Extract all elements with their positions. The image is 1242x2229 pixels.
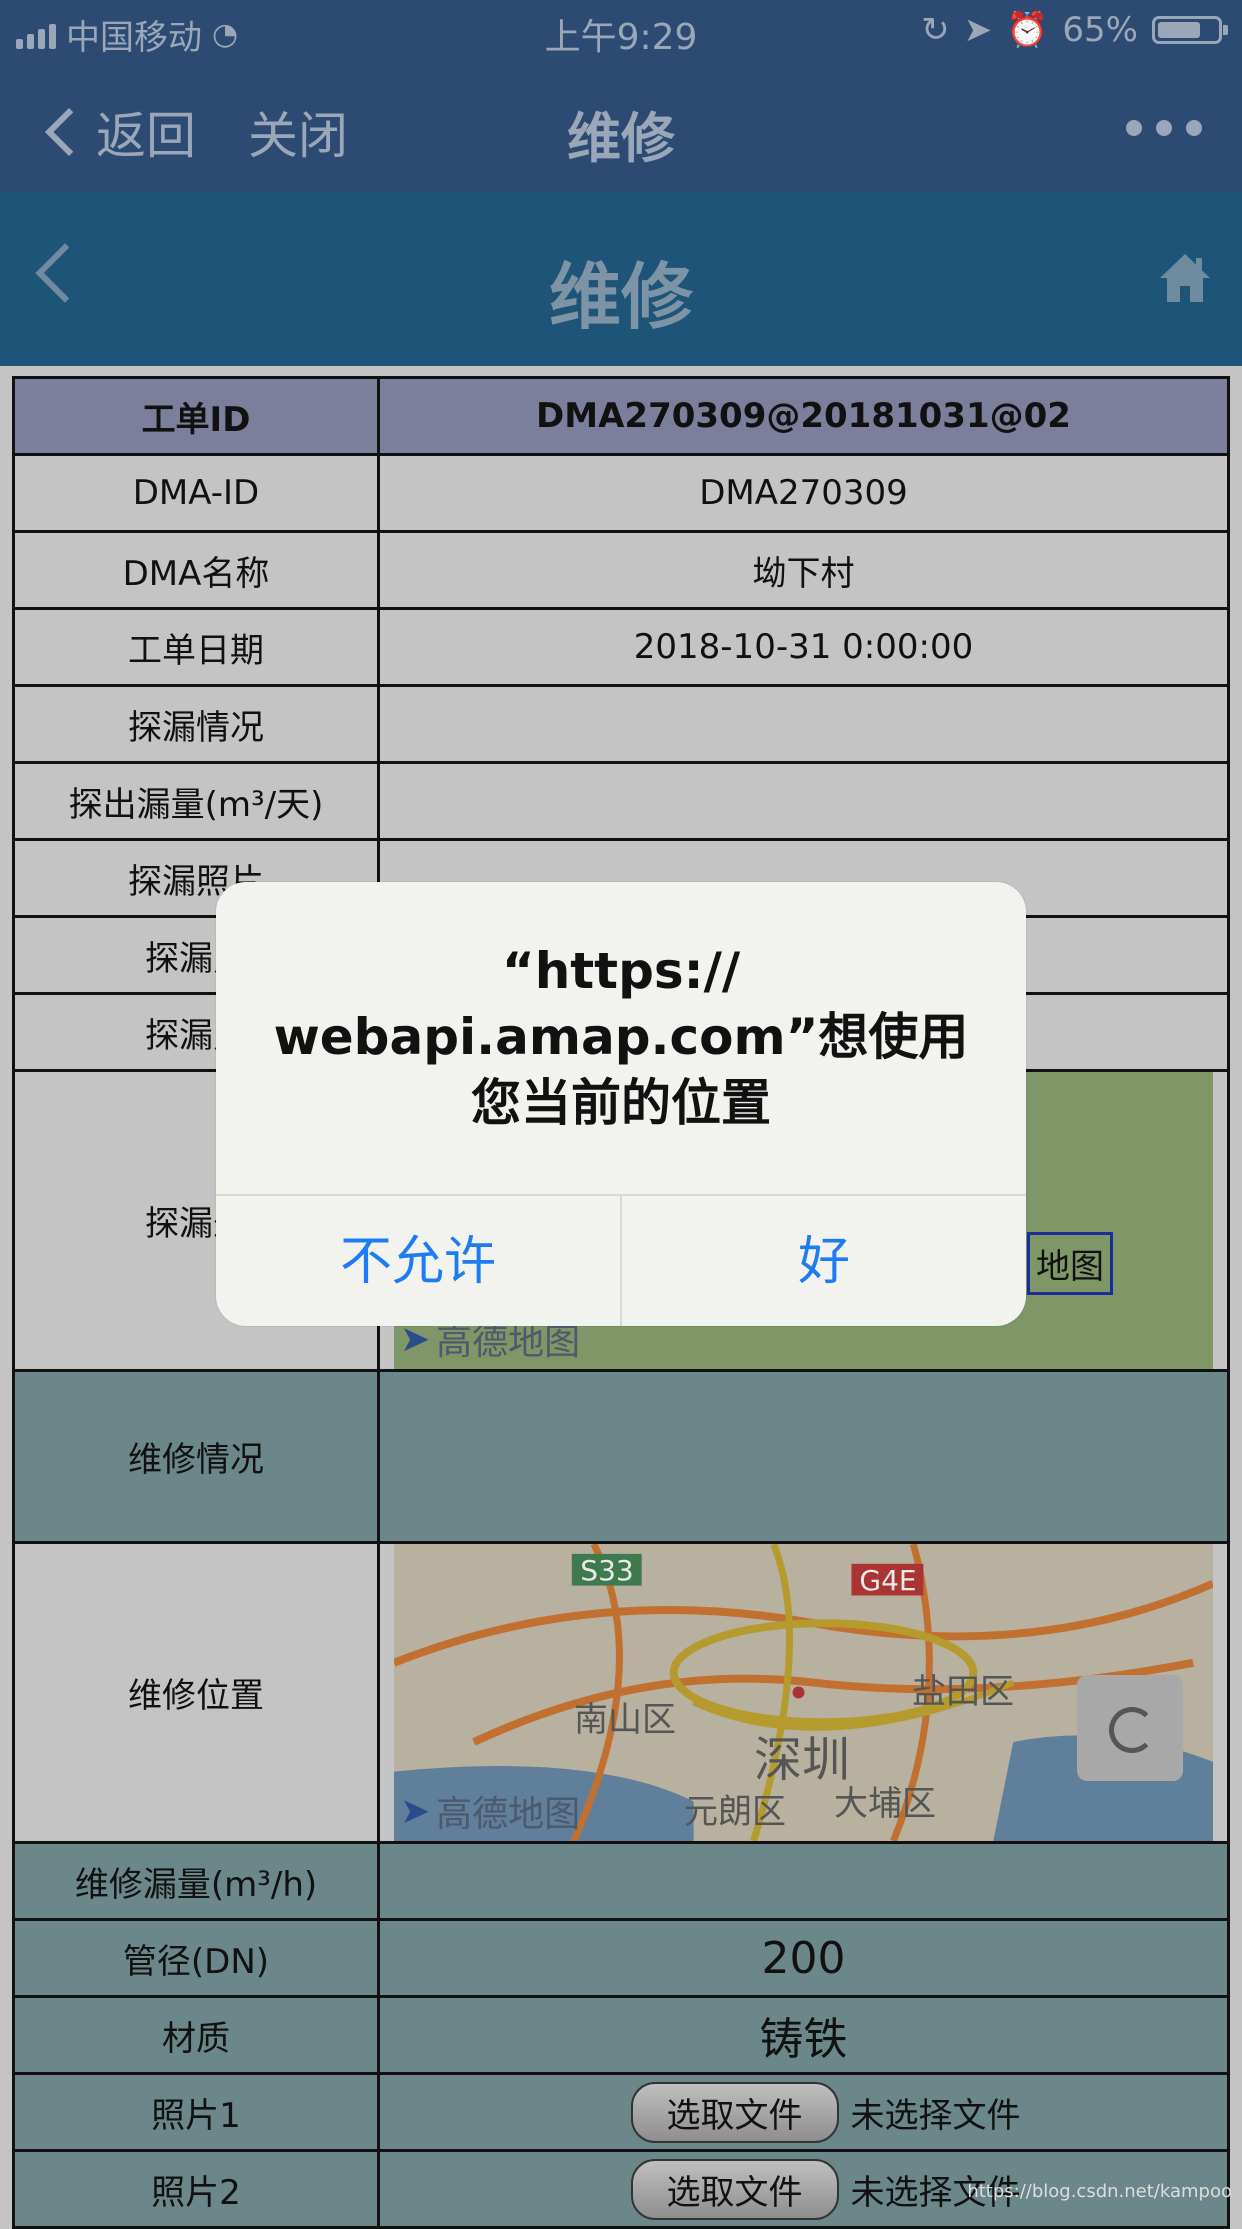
alarm-icon: ⏰ [1006,10,1049,50]
road-label-g4e: G4E [859,1564,917,1597]
repair-position-map[interactable]: S33 G4E 南山区 深圳 盐田区 元朗区 大埔区 ➤ 高德地图 [394,1545,1213,1840]
battery-icon [1152,16,1228,44]
app-header: 维修 [0,192,1242,366]
order-date-value: 2018-10-31 0:00:00 [377,607,1230,687]
amap-logo: ➤ 高德地图 [400,1785,580,1837]
battery-percent: 65% [1062,10,1138,50]
amap-arrow-icon: ➤ [400,1790,431,1832]
map-district-label: 大埔区 [834,1784,936,1824]
road-label-s33: S33 [580,1554,634,1587]
dma-name-value: 坳下村 [377,530,1230,610]
material-value[interactable]: 铸铁 [377,1995,1230,2075]
repair-position-key: 维修位置 [12,1541,380,1844]
table-row: 维修漏量(m³/h) [12,1841,1230,1921]
loading-spinner-icon [1077,1675,1183,1781]
table-row: 照片1 选取文件 未选择文件 [12,2072,1230,2152]
work-order-id-key: 工单ID [12,376,380,456]
map-district-label: 南山区 [574,1700,676,1740]
leak-status-key: 探漏情况 [12,684,380,764]
more-icon[interactable] [1126,120,1202,136]
pipe-diameter-value[interactable]: 200 [377,1918,1230,1998]
table-row: 管径(DN) 200 [12,1918,1230,1998]
repair-status-value[interactable] [377,1369,1230,1544]
table-row: 探漏情况 [12,684,1230,764]
home-icon[interactable] [1158,252,1212,304]
pipe-diameter-key: 管径(DN) [12,1918,380,1998]
dma-id-value: DMA270309 [377,453,1230,533]
table-row: DMA名称 坳下村 [12,530,1230,610]
dialog-message: “https:// webapi.amap.com”想使用您当前的位置 [273,942,969,1132]
choose-file-button[interactable]: 选取文件 [630,2081,839,2143]
leak-volume-key: 探出漏量(m³/天) [12,761,380,841]
location-icon: ➤ [963,10,993,50]
repair-leak-key: 维修漏量(m³/h) [12,1841,380,1921]
nav-title: 维修 [567,107,675,170]
leak-status-value[interactable] [377,684,1230,764]
map-button[interactable]: 地图 [1027,1232,1113,1295]
table-row: 工单日期 2018-10-31 0:00:00 [12,607,1230,687]
dma-name-key: DMA名称 [12,530,380,610]
status-bar: 中国移动 ◔ 上午9:29 ↻ ➤ ⏰ 65% [0,0,1242,62]
table-row: 材质 铸铁 [12,1995,1230,2075]
table-row: 工单ID DMA270309@20181031@02 [12,376,1230,456]
photo1-key: 照片1 [12,2072,380,2152]
location-permission-dialog: “https:// webapi.amap.com”想使用您当前的位置 不允许 … [216,882,1026,1326]
amap-logo-text: 高德地图 [436,1794,581,1835]
orientation-lock-icon: ↻ [921,10,950,50]
allow-button[interactable]: 好 [620,1196,1026,1326]
leak-volume-value[interactable] [377,761,1230,841]
table-row: DMA-ID DMA270309 [12,453,1230,533]
map-district-label: 元朗区 [684,1792,786,1832]
table-row: 维修位置 S33 G4E 南山区 深圳 盐田区 元朗区 大埔区 ➤ 高德地图 [12,1541,1230,1844]
dma-id-key: DMA-ID [12,453,380,533]
wechat-nav-bar: 返回 关闭 维修 [0,62,1242,192]
table-row: 探出漏量(m³/天) [12,761,1230,841]
table-row: 维修情况 [12,1369,1230,1544]
work-order-id-value: DMA270309@20181031@02 [377,376,1230,456]
no-file-label: 未选择文件 [850,2095,1021,2136]
choose-file-button[interactable]: 选取文件 [630,2158,839,2220]
repair-leak-value[interactable] [377,1841,1230,1921]
dialog-buttons: 不允许 好 [216,1194,1026,1326]
repair-status-key: 维修情况 [12,1369,380,1544]
map-district-label: 盐田区 [912,1672,1014,1712]
order-date-key: 工单日期 [12,607,380,687]
photo1-file-cell: 选取文件 未选择文件 [377,2072,1230,2152]
deny-button[interactable]: 不允许 [216,1196,620,1326]
repair-position-map-cell: S33 G4E 南山区 深圳 盐田区 元朗区 大埔区 ➤ 高德地图 [377,1541,1230,1844]
watermark: https://blog.csdn.net/kampoo [967,2181,1232,2202]
photo2-key: 照片2 [12,2149,380,2229]
page-title: 维修 [548,255,693,339]
material-key: 材质 [12,1995,380,2075]
